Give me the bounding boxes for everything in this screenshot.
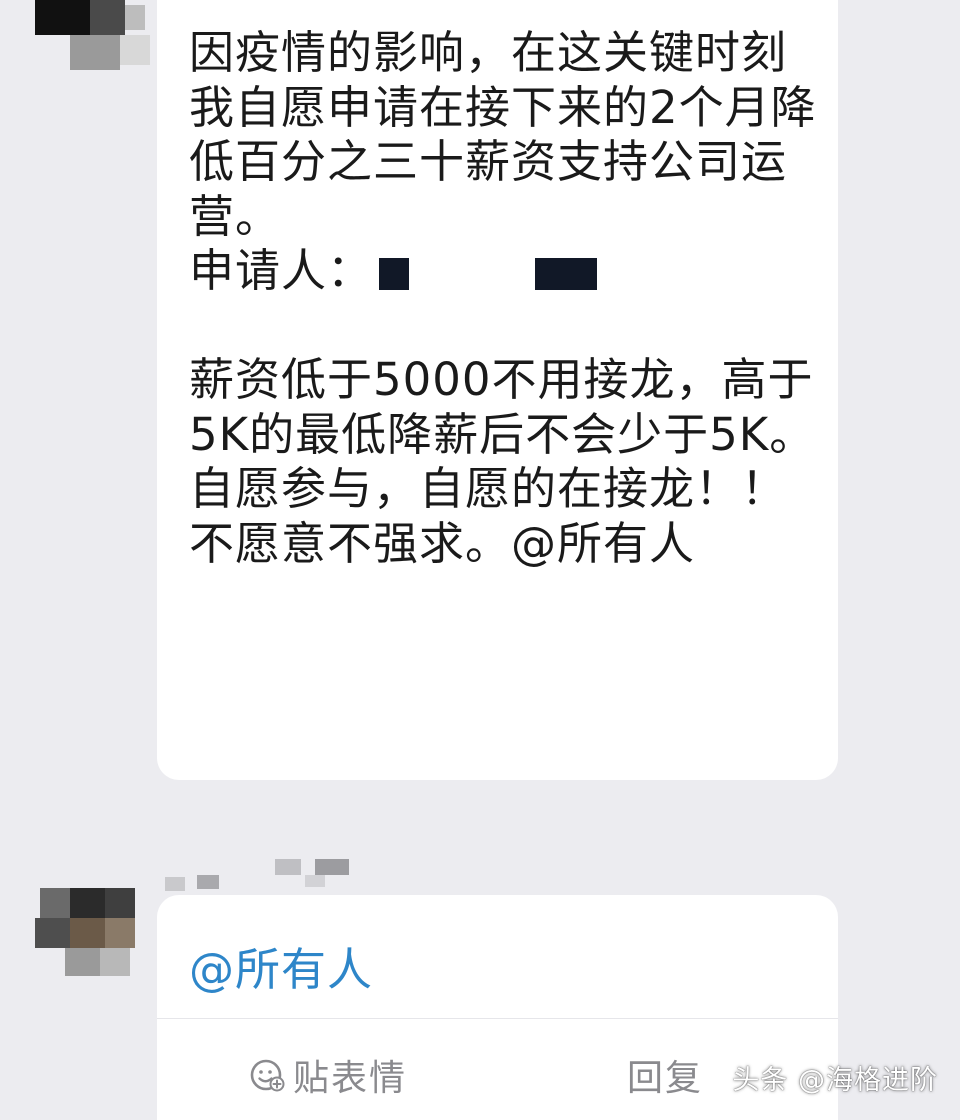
redacted-name xyxy=(379,258,410,290)
avatar-pixel xyxy=(105,888,135,918)
applicant-line: 申请人： xyxy=(189,244,819,299)
avatar-pixel xyxy=(70,888,105,918)
avatar-pixel xyxy=(35,918,70,948)
sticker-label: 贴表情 xyxy=(293,1058,408,1099)
reply-label: 回复 xyxy=(627,1058,704,1099)
avatar-pixel xyxy=(65,948,100,976)
message-bubble: 因疫情的影响，在这关键时刻我自愿申请在接下来的2个月降低百分之三十薪资支持公司运… xyxy=(157,0,838,780)
avatar-pixel xyxy=(40,888,70,918)
message-paragraph: 自愿参与，自愿的在接龙！！不愿意不强求。@所有人 xyxy=(189,462,788,570)
message-paragraph: 薪资低于5000不用接龙，高于5K的最低降薪后不会少于5K。 xyxy=(189,353,816,461)
sticker-button[interactable]: 贴表情 xyxy=(249,1049,407,1101)
watermark: 头条 @海格进阶 xyxy=(732,1065,938,1096)
avatar-pixel xyxy=(105,918,135,948)
name-pixel xyxy=(197,875,219,889)
name-pixel xyxy=(305,875,325,887)
mention-all[interactable]: @所有人 xyxy=(189,933,373,998)
sticker-icon xyxy=(250,1059,285,1092)
name-pixel xyxy=(315,859,349,875)
avatar[interactable] xyxy=(25,0,150,70)
avatar[interactable] xyxy=(25,888,140,978)
redacted-name xyxy=(535,258,598,290)
avatar-pixel xyxy=(35,0,90,35)
avatar-pixel xyxy=(70,35,120,70)
avatar-pixel xyxy=(70,918,105,948)
avatar-pixel xyxy=(125,5,145,30)
avatar-pixel xyxy=(100,948,130,976)
name-pixel xyxy=(275,859,301,875)
message-text: 因疫情的影响，在这关键时刻我自愿申请在接下来的2个月降低百分之三十薪资支持公司运… xyxy=(189,26,819,571)
avatar-pixel xyxy=(90,0,125,35)
sender-name xyxy=(165,855,355,895)
name-pixel xyxy=(165,877,185,891)
avatar-pixel xyxy=(120,35,150,65)
applicant-label: 申请人： xyxy=(189,244,374,297)
message-paragraph: 因疫情的影响，在这关键时刻我自愿申请在接下来的2个月降低百分之三十薪资支持公司运… xyxy=(189,26,817,243)
reply-button[interactable]: 回复 xyxy=(627,1049,703,1101)
